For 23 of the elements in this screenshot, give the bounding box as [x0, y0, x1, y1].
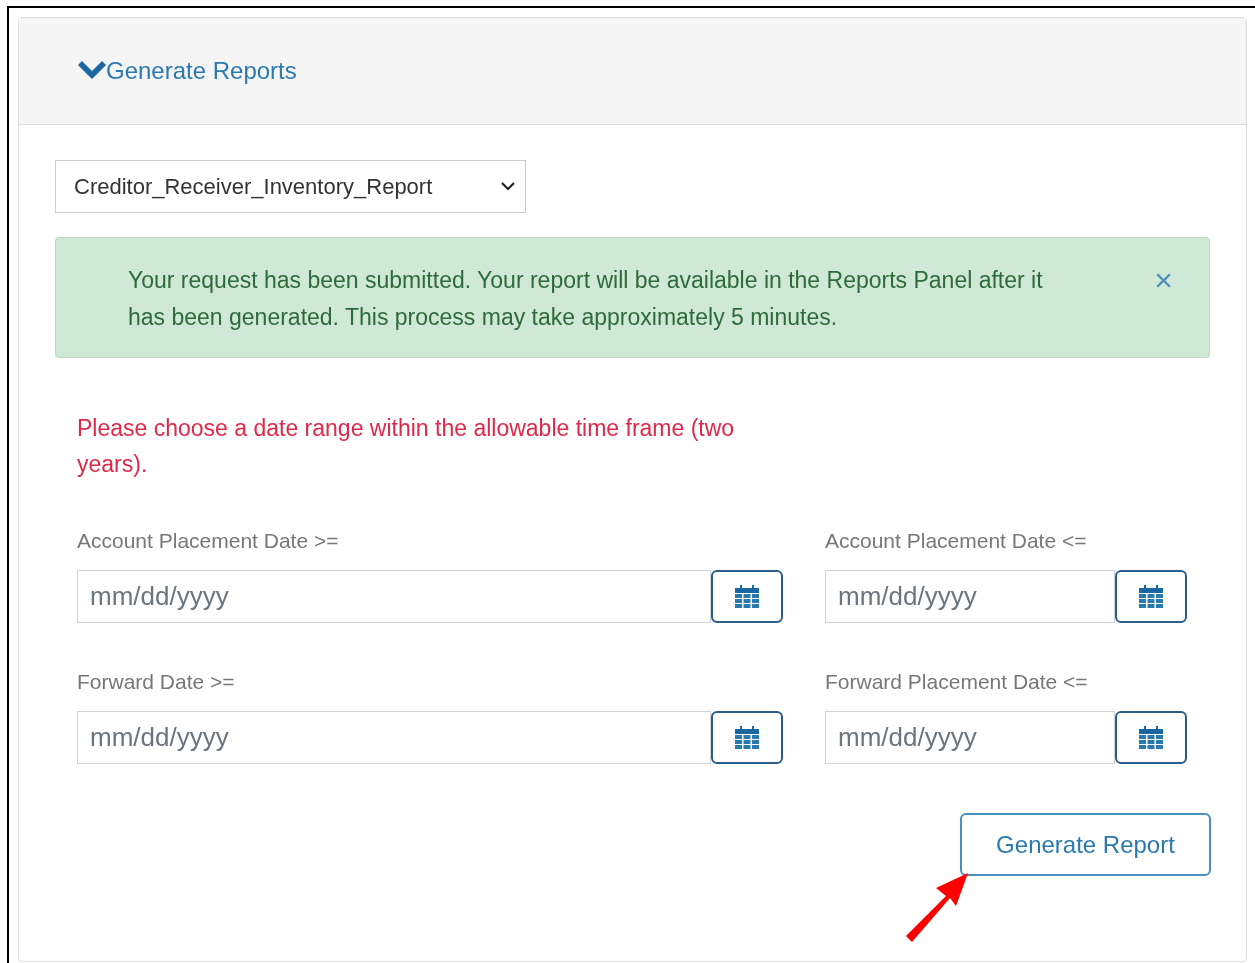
field-label: Forward Placement Date <= — [825, 669, 1089, 695]
calendar-icon — [734, 584, 760, 609]
date-input[interactable]: mm/dd/yyyy — [825, 570, 1115, 623]
calendar-button[interactable] — [1115, 570, 1187, 623]
panel-toggle[interactable]: Generate Reports — [78, 53, 297, 89]
generate-report-button[interactable]: Generate Report — [960, 813, 1211, 876]
field-label: Account Placement Date <= — [825, 528, 1088, 554]
alert-message: Your request has been submitted. Your report will be available in the Reports Panel after it has been generated. This process may take approximately 5 minutes. — [128, 266, 1043, 332]
calendar-button[interactable] — [711, 570, 783, 623]
calendar-icon — [734, 725, 760, 750]
calendar-icon — [1138, 725, 1164, 750]
report-select[interactable]: Creditor_Receiver_Inventory_Report — [55, 160, 526, 213]
calendar-button[interactable] — [711, 711, 783, 764]
field-label: Forward Date >= — [77, 669, 236, 695]
date-input[interactable]: mm/dd/yyyy — [77, 570, 711, 623]
calendar-button[interactable] — [1115, 711, 1187, 764]
field-label: Account Placement Date >= — [77, 528, 340, 554]
date-input[interactable]: mm/dd/yyyy — [825, 711, 1115, 764]
chevron-down-icon — [501, 182, 515, 191]
error-message: Please choose a date range within the allowable time frame (two years). — [77, 414, 736, 479]
calendar-icon — [1138, 584, 1164, 609]
close-button[interactable]: × — [1154, 264, 1173, 296]
date-input[interactable]: mm/dd/yyyy — [77, 711, 711, 764]
